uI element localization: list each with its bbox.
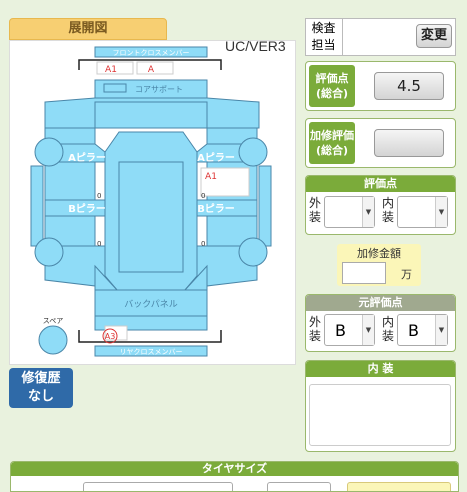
original-eval-title: 元評価点 xyxy=(306,295,455,311)
zero-mark: 0 xyxy=(201,192,205,200)
wheel-front-right[interactable] xyxy=(238,137,268,167)
mark-text: A3 xyxy=(105,332,116,341)
change-inspector-button[interactable]: 変更 xyxy=(416,24,452,48)
repair-history-badge[interactable]: 修復歴 なし xyxy=(9,368,73,408)
front-cross-label: フロントクロスメンバー xyxy=(113,49,190,57)
evaluation-exterior-select[interactable]: ▼ xyxy=(324,196,375,228)
chevron-down-icon: ▼ xyxy=(435,315,447,345)
tire-size-input[interactable] xyxy=(83,482,233,491)
b-pillar-left-label: Bピラー xyxy=(68,203,106,215)
rear-cross-label: リヤクロスメンバー xyxy=(120,348,183,356)
b-pillar-right-label: Bピラー xyxy=(197,203,235,215)
mark-text: A1 xyxy=(105,65,117,75)
tire-size-button[interactable] xyxy=(347,482,451,491)
interior-notes-textarea[interactable] xyxy=(309,384,451,446)
repair-amount-title: 加修金額 xyxy=(357,247,401,260)
tire-size-input-2[interactable] xyxy=(267,482,331,491)
diagram-tab[interactable]: 展開図 xyxy=(9,18,167,40)
mark-text: A xyxy=(148,65,155,75)
wheel-rear-right[interactable] xyxy=(238,237,268,267)
car-body-diagram[interactable]: フロントクロスメンバー コアサポート Aピラー Aピラー Bピラー Bピラー バ… xyxy=(9,40,296,365)
evaluation-exterior-label: 外 装 xyxy=(309,196,322,224)
back-panel-label: バックパネル xyxy=(124,299,178,310)
zero-mark: 0 xyxy=(201,240,205,248)
original-exterior-select[interactable]: B ▼ xyxy=(324,314,375,346)
tire-size-title: タイヤサイズ xyxy=(11,462,458,476)
original-interior-label: 内 装 xyxy=(382,315,395,343)
spare-tire[interactable] xyxy=(38,325,68,355)
chevron-down-icon: ▼ xyxy=(362,315,374,345)
total-score-label: 評価点 (総合) xyxy=(309,65,355,107)
evaluation-interior-label: 内 装 xyxy=(382,196,395,224)
evaluation-interior-select[interactable]: ▼ xyxy=(397,196,448,228)
wheel-front-left[interactable] xyxy=(34,137,64,167)
repair-eval-value[interactable] xyxy=(374,129,444,157)
repair-amount-unit: 万 xyxy=(401,268,412,281)
mark-text: A1 xyxy=(205,172,217,182)
left-rocker[interactable] xyxy=(30,165,44,247)
hood[interactable] xyxy=(94,101,208,129)
spare-label: スペア xyxy=(43,317,64,325)
floor[interactable] xyxy=(118,161,184,273)
wheel-rear-left[interactable] xyxy=(34,237,64,267)
total-score-value[interactable]: 4.5 xyxy=(374,72,444,100)
a-pillar-right-label: Aピラー xyxy=(197,152,235,164)
repair-eval-label: 加修評価 (総合) xyxy=(309,122,355,164)
tire-size-panel: タイヤサイズ xyxy=(10,461,459,492)
original-interior-select[interactable]: B ▼ xyxy=(397,314,448,346)
original-exterior-label: 外 装 xyxy=(309,315,322,343)
right-rocker[interactable] xyxy=(258,165,272,247)
core-support-label: コアサポート xyxy=(135,85,183,94)
inspector-label: 検査 担当 xyxy=(305,18,343,56)
a-pillar-left-label: Aピラー xyxy=(68,152,106,164)
interior-notes-title: 内 装 xyxy=(306,361,455,377)
chevron-down-icon: ▼ xyxy=(435,197,447,227)
zero-mark: 0 xyxy=(97,192,101,200)
evaluation-title: 評価点 xyxy=(306,176,455,192)
chevron-down-icon: ▼ xyxy=(362,197,374,227)
repair-amount-input[interactable] xyxy=(342,262,386,284)
zero-mark: 0 xyxy=(97,240,101,248)
